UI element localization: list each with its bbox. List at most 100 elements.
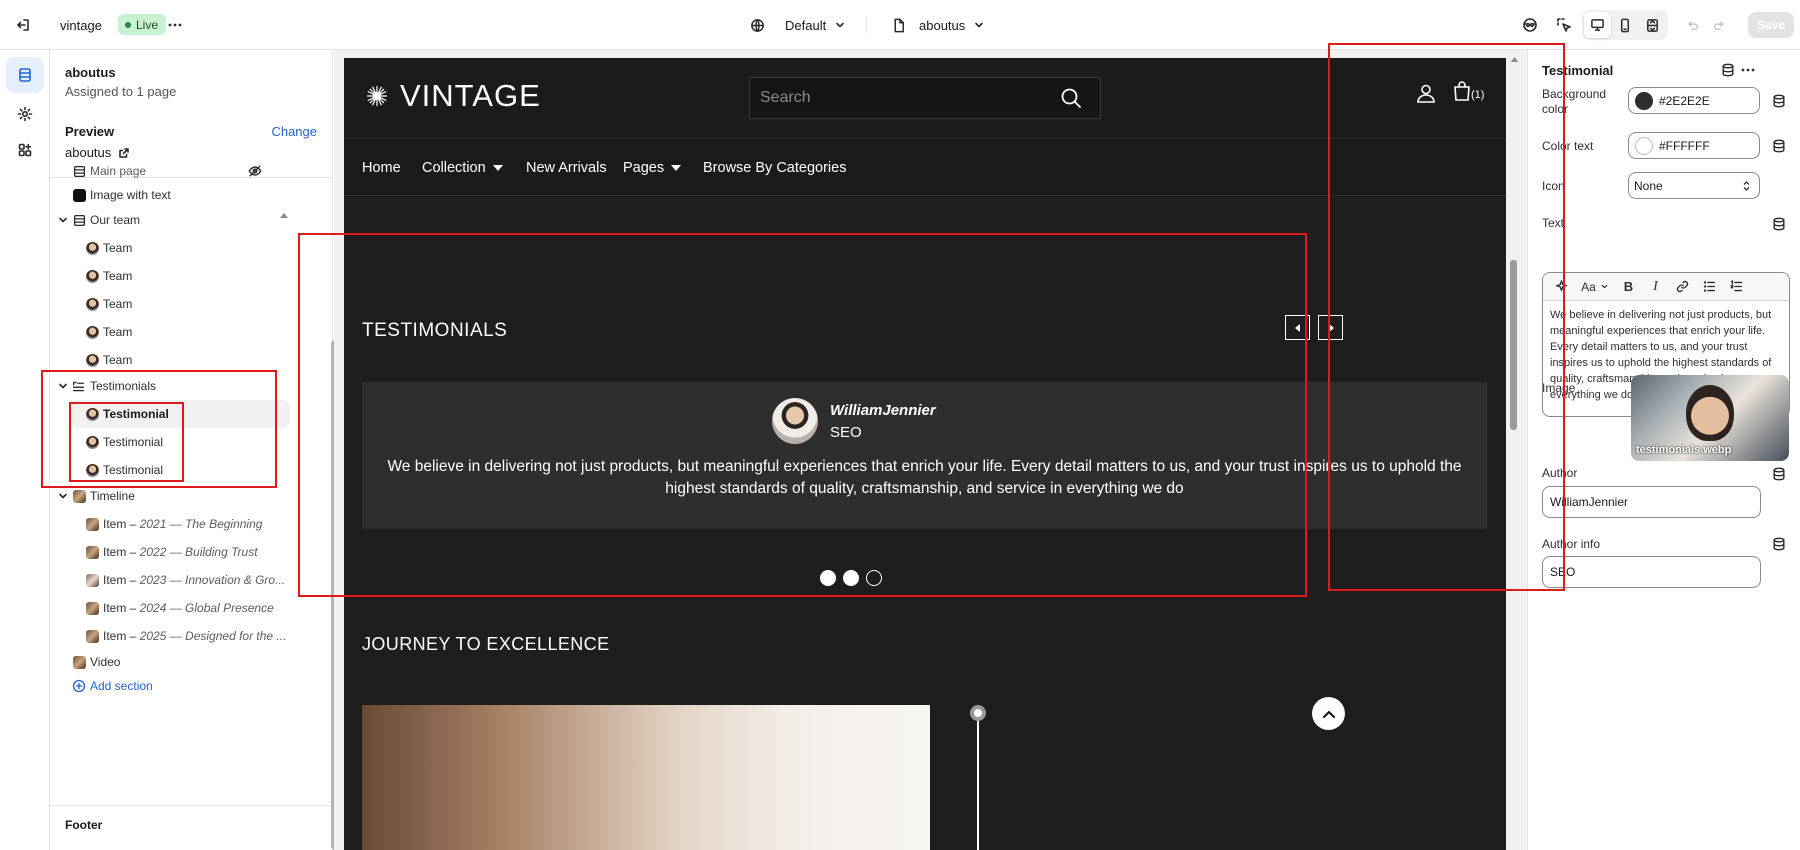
tree-item-title: 2022 — Building Trust [139,545,258,559]
theme-selector[interactable]: Default [750,0,846,50]
scroll-to-top-button[interactable] [1312,697,1345,730]
timeline-marker [970,705,986,721]
tree-item-timeline-entry[interactable]: Item – 2022 — Building Trust [50,538,322,566]
undo-icon[interactable] [1679,11,1707,39]
tree-item-testimonial[interactable]: Testimonial [50,456,322,484]
carousel-prev-button[interactable] [1285,315,1310,340]
bg-color-picker[interactable]: #2E2E2E [1628,87,1760,114]
sections-icon[interactable] [6,57,44,93]
more-actions-icon[interactable] [161,11,189,39]
tree-item-label: Team [103,269,133,283]
topbar-divider [866,17,867,33]
site-logo[interactable]: VINTAGE [366,78,541,114]
nav-home[interactable]: Home [362,139,401,197]
canvas-scrollbar[interactable] [1510,260,1517,430]
ai-sparkle-icon[interactable] [1549,276,1574,298]
bullet-list-icon[interactable] [1697,276,1722,298]
carousel-dot[interactable] [866,570,882,586]
tree-item-timeline[interactable]: Timeline [50,482,322,510]
tree-item-title: 2023 — Innovation & Gro... [139,573,286,587]
footer-group-label[interactable]: Footer [65,818,102,832]
carousel-dot[interactable] [843,570,859,586]
bold-icon[interactable]: B [1616,276,1641,298]
database-icon[interactable] [1721,63,1735,77]
more-options-icon[interactable] [1740,63,1756,77]
hidden-eye-icon[interactable] [248,164,262,178]
tree-item-label: Team [103,297,133,311]
nav-browse-by-categories[interactable]: Browse By Categories [703,139,846,197]
tree-item-testimonial[interactable]: Testimonial [50,428,322,456]
database-icon[interactable] [1772,537,1786,551]
nav-new-arrivals[interactable]: New Arrivals [526,139,607,197]
scroll-up-icon[interactable] [279,211,289,219]
section-tree: Main page Image with text Our team Team … [50,164,322,850]
ai-assistant-icon[interactable] [1516,11,1544,39]
tree-item-timeline-entry[interactable]: Item – 2021 — The Beginning [50,510,322,538]
icon-select[interactable]: None [1628,172,1760,199]
desktop-view-icon[interactable] [1584,12,1612,38]
sunburst-logo-icon [367,86,387,106]
text-color-picker[interactable]: #FFFFFF [1628,132,1760,159]
image-picker[interactable]: testimonials.webp [1631,375,1789,461]
testimonials-section[interactable]: TESTIMONIALS WilliamJennier SEO We belie… [344,270,1506,636]
redo-icon[interactable] [1705,11,1733,39]
canvas-scroll-up-icon[interactable] [1511,56,1518,62]
text-color-value: #FFFFFF [1659,138,1710,153]
database-icon[interactable] [1772,139,1786,153]
tree-item-timeline-entry[interactable]: Item – 2024 — Global Presence [50,594,322,622]
cart-count: (1) [1471,89,1485,101]
team-avatar-icon [86,325,99,339]
tree-item-team[interactable]: Team [50,234,322,262]
tree-item-team[interactable]: Team [50,346,322,374]
settings-gear-icon[interactable] [6,96,44,132]
font-style-dropdown[interactable]: Aa [1576,276,1614,298]
chevron-down-icon[interactable] [57,214,69,226]
mobile-view-icon[interactable] [1611,12,1638,38]
site-header: VINTAGE Search (1) [344,58,1506,138]
author-info-label: Author info [1542,537,1601,551]
exit-icon[interactable] [9,11,37,39]
site-navigation: Home Collection New Arrivals Pages Brows… [344,138,1506,196]
fullwidth-view-icon[interactable] [1639,12,1666,38]
carousel-dot[interactable] [820,570,836,586]
account-icon[interactable] [1416,83,1436,103]
tree-item-timeline-entry[interactable]: Item – 2025 — Designed for the ... [50,622,322,650]
italic-icon[interactable]: I [1643,276,1668,298]
carousel-next-button[interactable] [1318,315,1343,340]
bg-color-label: Background color [1542,87,1607,116]
store-name: vintage [60,17,102,33]
save-button[interactable]: Save [1748,12,1794,38]
change-preview-link[interactable]: Change [271,124,317,139]
database-icon[interactable] [1772,94,1786,108]
tree-item-team[interactable]: Team [50,318,322,346]
link-icon[interactable] [1670,276,1695,298]
tree-item-timeline-entry[interactable]: Item – 2023 — Innovation & Gro... [50,566,322,594]
add-section-button[interactable]: Add section [50,672,322,700]
tree-item-team[interactable]: Team [50,290,322,318]
apps-blocks-icon[interactable] [6,132,44,168]
tree-item-testimonials[interactable]: Testimonials [50,372,322,400]
theme-selector-label: Default [785,17,827,33]
tree-item-team[interactable]: Team [50,262,322,290]
numbered-list-icon[interactable] [1724,276,1749,298]
author-info-input[interactable]: SEO [1542,556,1761,588]
tree-item-testimonial-selected[interactable]: Testimonial [70,400,290,428]
chevron-down-icon[interactable] [57,490,69,502]
tree-item-label: Testimonials [90,379,157,393]
cart-button[interactable]: (1) [1453,81,1484,101]
nav-collection[interactable]: Collection [422,139,503,197]
nav-pages[interactable]: Pages [623,139,682,197]
database-icon[interactable] [1772,217,1786,231]
site-search-input[interactable]: Search [749,77,1101,119]
timeline-thumbnail-icon [86,517,99,531]
carousel-pagination [820,570,882,586]
tree-item-label: Testimonial [103,435,164,449]
testimonial-card[interactable]: WilliamJennier SEO We believe in deliver… [362,382,1487,529]
page-selector[interactable]: aboutus [892,0,985,50]
search-icon[interactable] [1060,87,1082,109]
chevron-down-icon[interactable] [57,380,69,392]
inspector-cursor-icon[interactable] [1550,11,1578,39]
author-input[interactable]: WilliamJennier [1542,486,1761,518]
database-icon[interactable] [1772,467,1786,481]
tree-item-image-with-text[interactable]: Image with text [50,181,322,209]
